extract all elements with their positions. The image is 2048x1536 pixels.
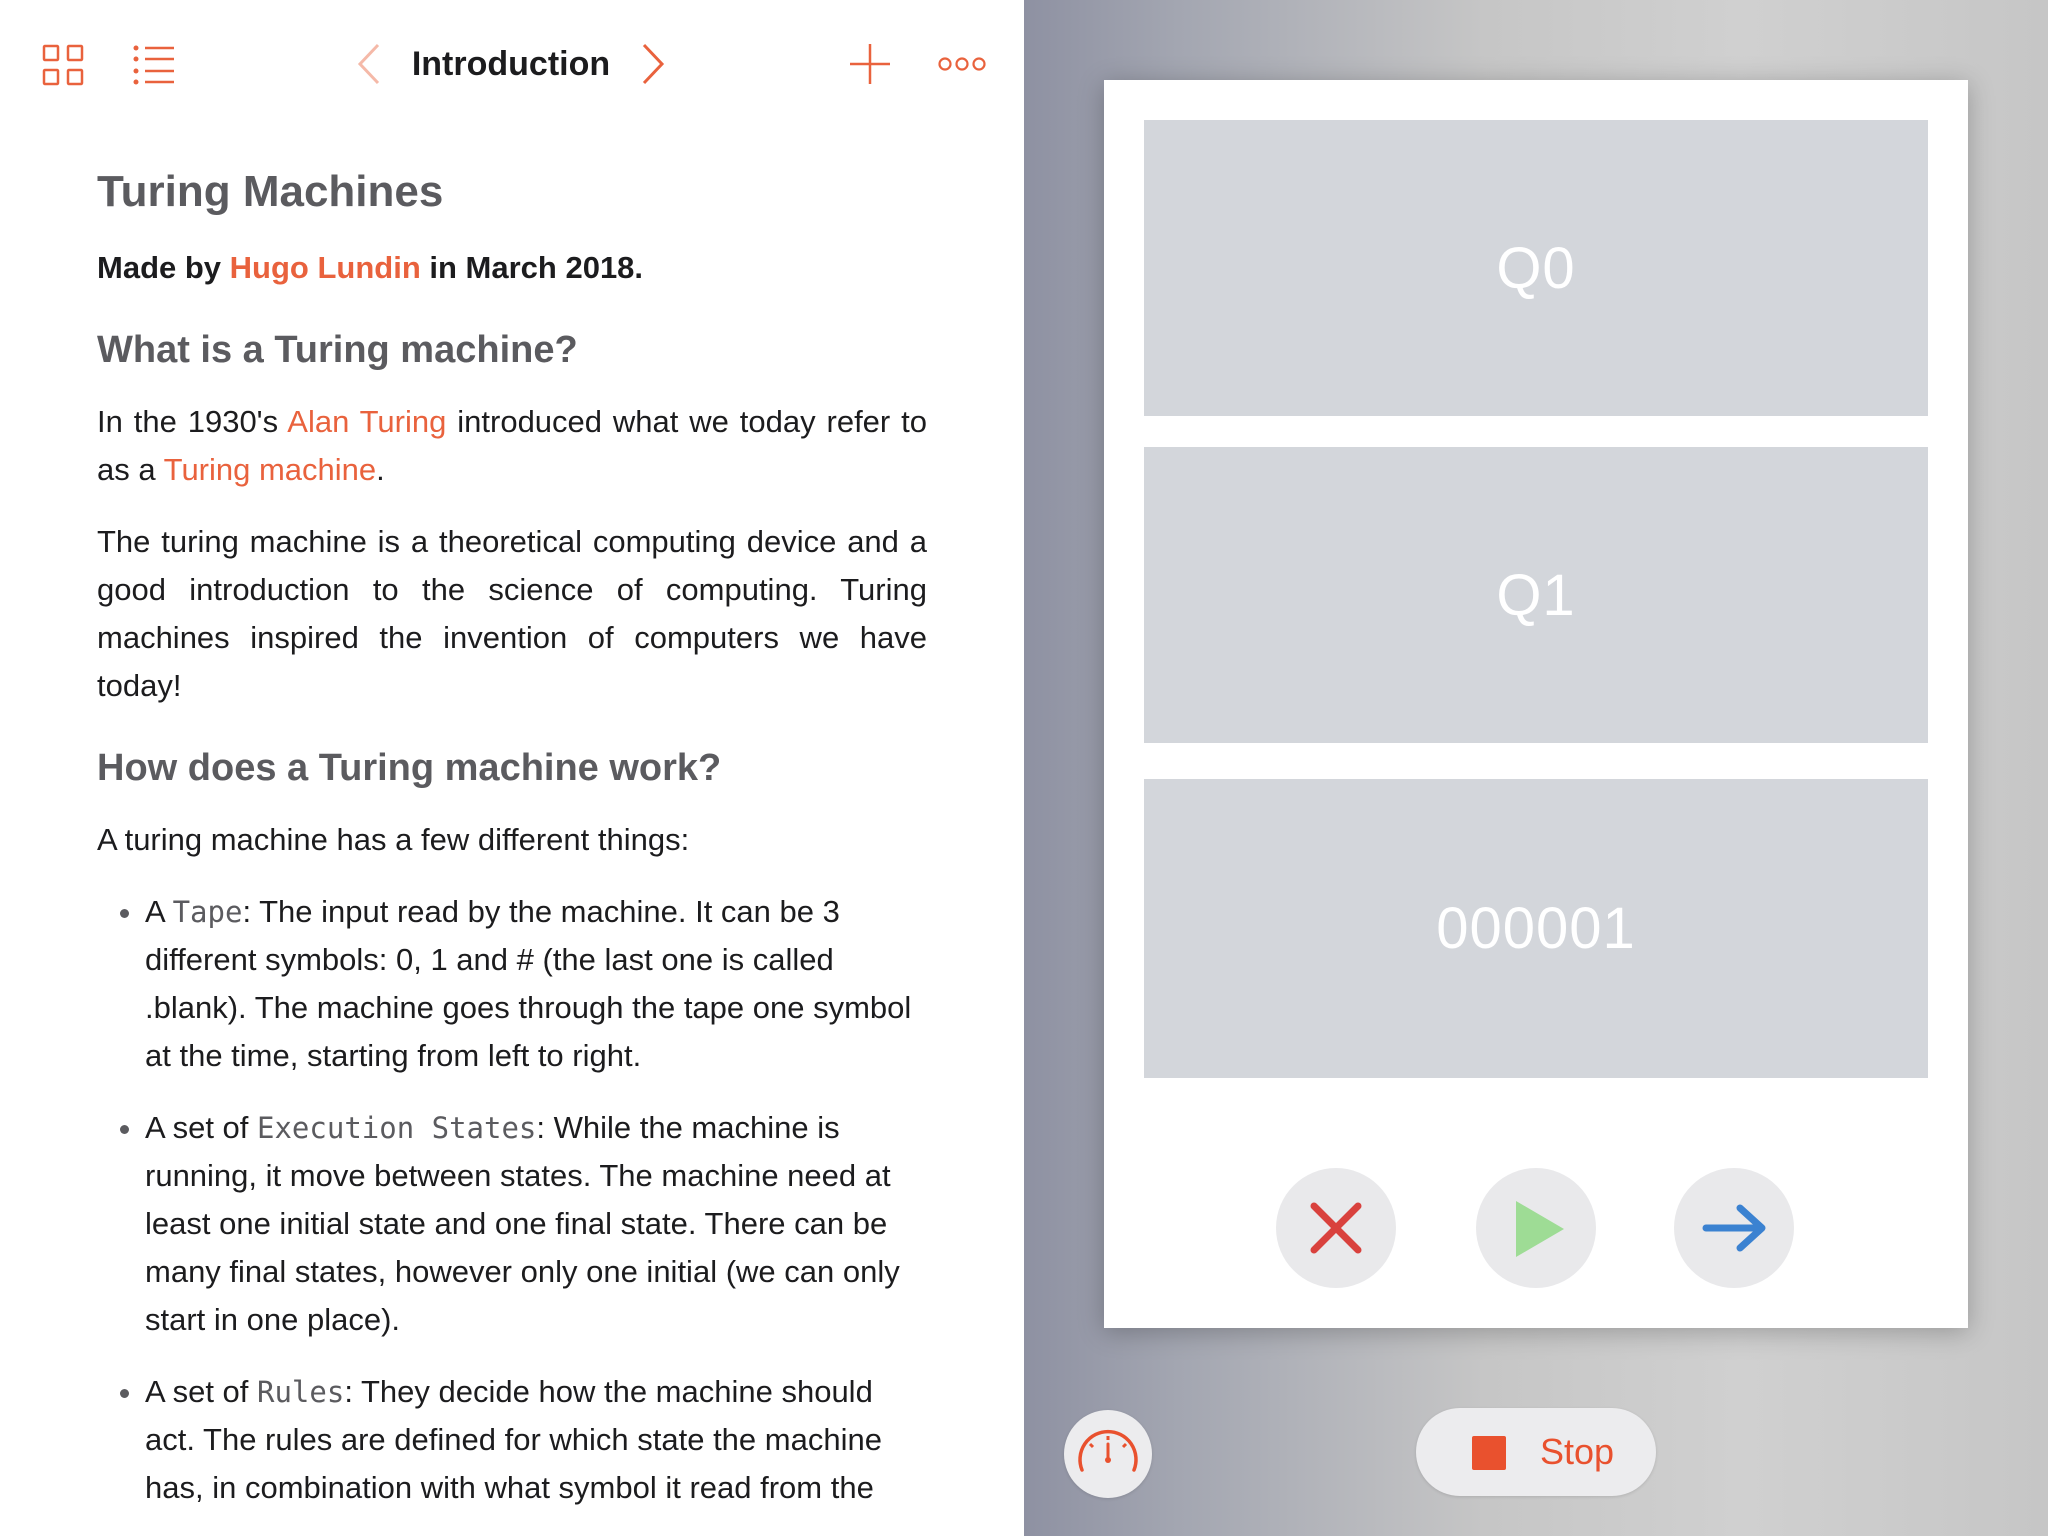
code-term: Tape: [172, 895, 243, 929]
intro-paragraph: In the 1930's Alan Turing introduced wha…: [97, 398, 927, 494]
components-list: A Tape: The input read by the machine. I…: [97, 888, 927, 1512]
intro-text-1: In the 1930's: [97, 404, 288, 439]
code-term: Execution States: [257, 1111, 537, 1145]
list-item-prefix: A: [145, 894, 173, 929]
next-state-box: Q1: [1144, 447, 1928, 743]
navigation-bar: Introduction: [0, 0, 1024, 128]
intro-text-3: .: [376, 452, 385, 487]
section-heading-how: How does a Turing machine work?: [97, 747, 722, 789]
document-content: Turing Machines Made by Hugo Lundin in M…: [97, 160, 927, 1536]
list-item-prefix: A set of: [145, 1110, 258, 1145]
plus-icon[interactable]: [848, 42, 892, 86]
more-icon[interactable]: [938, 54, 986, 74]
lead-paragraph: A turing machine has a few different thi…: [97, 822, 690, 857]
stop-label: Stop: [1540, 1431, 1615, 1472]
speed-button[interactable]: [1064, 1410, 1152, 1498]
alan-turing-link[interactable]: Alan Turing: [287, 404, 446, 439]
stop-button[interactable]: Stop: [1416, 1408, 1656, 1496]
section-heading-what: What is a Turing machine?: [97, 329, 578, 371]
list-item-states: A set of Execution States: While the mac…: [145, 1104, 927, 1344]
step-forward-button[interactable]: [1674, 1168, 1794, 1288]
reset-icon: [1310, 1202, 1362, 1254]
stop-icon: [1472, 1436, 1506, 1470]
byline-prefix: Made by: [97, 250, 230, 285]
byline: Made by Hugo Lundin in March 2018.: [97, 244, 927, 292]
chevron-right-icon[interactable]: [640, 42, 666, 86]
list-item-prefix: A set of: [145, 1374, 258, 1409]
list-item-rules: A set of Rules: They decide how the mach…: [145, 1368, 927, 1512]
speedometer-icon: [1078, 1429, 1138, 1472]
reset-button[interactable]: [1276, 1168, 1396, 1288]
document-pane: Introduction Turing Machines Made by Hug…: [0, 0, 1024, 1536]
grid-icon[interactable]: [42, 44, 84, 86]
list-item-text: : The input read by the machine. It can …: [145, 894, 912, 1073]
list-icon[interactable]: [132, 44, 176, 86]
list-item-tape: A Tape: The input read by the machine. I…: [145, 888, 927, 1080]
step-forward-icon: [1702, 1204, 1766, 1252]
description-paragraph: The turing machine is a theoretical comp…: [97, 524, 927, 703]
document-title: Turing Machines: [97, 167, 444, 216]
byline-suffix: in March 2018.: [420, 250, 644, 285]
current-state-box: Q0: [1144, 120, 1928, 416]
play-icon: [1516, 1201, 1564, 1257]
turing-machine-link[interactable]: Turing machine: [164, 452, 377, 487]
live-view-card: Q0 Q1 000001: [1104, 80, 1968, 1328]
code-term: Rules: [257, 1375, 345, 1409]
tape-box: 000001: [1144, 779, 1928, 1078]
live-view-pane: Q0 Q1 000001 Stop: [1024, 0, 2048, 1536]
author-link[interactable]: Hugo Lundin: [230, 250, 421, 285]
play-button[interactable]: [1476, 1168, 1596, 1288]
page-title: Introduction: [411, 45, 611, 83]
